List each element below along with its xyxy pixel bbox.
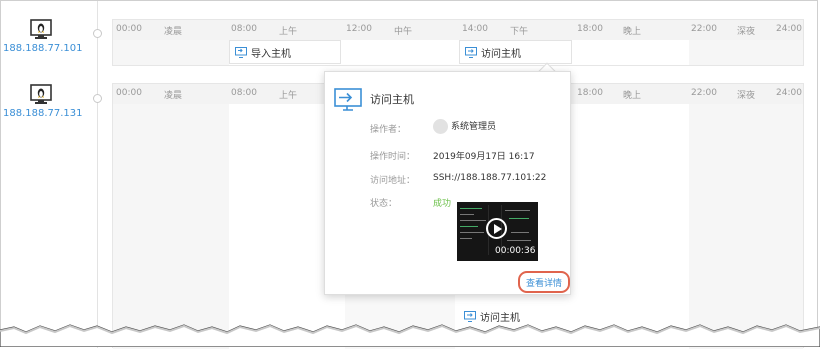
session-recording-thumbnail[interactable]: 00:00:36 (457, 202, 538, 261)
time-value: 2019年09月17日 16:17 (433, 152, 535, 162)
linux-monitor-icon (30, 84, 52, 104)
host-ip[interactable]: 188.188.77.101 (3, 43, 83, 54)
time-tick: 22:00 (691, 88, 717, 98)
time-tick: 18:00 (577, 24, 603, 34)
operator-name: 系统管理员 (451, 122, 497, 132)
host-item[interactable]: 188.188.77.131 (3, 84, 83, 119)
avatar (433, 119, 448, 134)
time-label: 晚上 (623, 27, 642, 37)
host-timeline-lane: 00:00 凌晨 08:00 上午 12:00 中午 14:00 下午 18:0… (112, 19, 804, 66)
night-shade (113, 104, 229, 349)
event-detail-popover: 访问主机 操作者： 系统管理员 操作时间： 2019年09月17日 16:17 … (324, 71, 571, 295)
timeline-rail (97, 1, 98, 348)
time-label: 上午 (279, 91, 298, 101)
night-shade (113, 40, 229, 65)
monitor-visit-icon (334, 88, 362, 111)
time-label: 凌晨 (164, 91, 183, 101)
play-icon[interactable] (486, 218, 507, 239)
time-tick: 24:00 (776, 24, 802, 34)
night-shade (689, 40, 803, 65)
time-tick: 00:00 (116, 24, 142, 34)
host-ip[interactable]: 188.188.77.131 (3, 108, 83, 119)
event-import-host[interactable]: 导入主机 (229, 40, 341, 64)
time-label: 操作时间： (370, 152, 416, 162)
monitor-import-icon (235, 46, 247, 58)
timeline-node (93, 94, 102, 103)
linux-monitor-icon (30, 19, 52, 39)
time-tick: 14:00 (462, 24, 488, 34)
time-label: 深夜 (737, 91, 756, 101)
torn-edge-decoration (0, 324, 820, 347)
event-visit-host[interactable]: 访问主机 (459, 40, 572, 64)
time-label: 深夜 (737, 27, 756, 37)
time-label: 上午 (279, 27, 298, 37)
host-item[interactable]: 188.188.77.101 (3, 19, 83, 54)
address-value: SSH://188.188.77.101:22 (433, 173, 547, 183)
operator-value: 系统管理员 (433, 119, 496, 134)
time-tick: 08:00 (231, 24, 257, 34)
time-tick: 00:00 (116, 88, 142, 98)
time-tick: 22:00 (691, 24, 717, 34)
event-label: 导入主机 (251, 48, 291, 60)
time-tick: 18:00 (577, 88, 603, 98)
time-label: 下午 (510, 27, 529, 37)
popover-title: 访问主机 (370, 93, 414, 106)
time-tick: 24:00 (776, 88, 802, 98)
status-label: 状态： (370, 199, 398, 209)
view-details-link[interactable]: 查看详情 (518, 271, 570, 293)
event-label: 访问主机 (481, 48, 521, 60)
time-label: 晚上 (623, 91, 642, 101)
time-label: 凌晨 (164, 27, 183, 37)
monitor-visit-icon (465, 46, 477, 58)
address-label: 访问地址： (370, 176, 416, 186)
time-tick: 12:00 (346, 24, 372, 34)
status-value: 成功 (433, 199, 452, 209)
timeline-node (93, 29, 102, 38)
time-label: 中午 (394, 27, 413, 37)
operator-label: 操作者： (370, 125, 407, 135)
video-duration: 00:00:36 (495, 246, 536, 256)
time-tick: 08:00 (231, 88, 257, 98)
night-shade (689, 104, 803, 349)
